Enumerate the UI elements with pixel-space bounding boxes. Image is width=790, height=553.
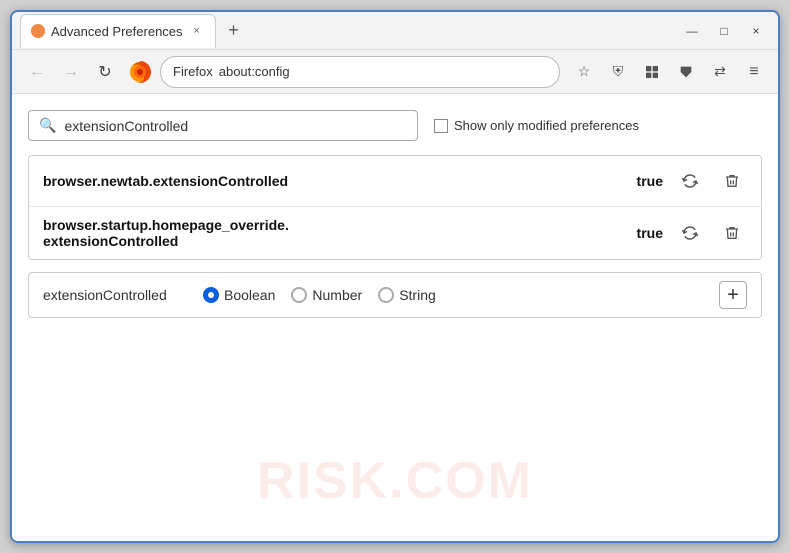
extension-icon[interactable] — [638, 58, 666, 86]
browser-window: Advanced Preferences × + — □ × ← → ↻ Fir… — [10, 10, 780, 543]
table-row: browser.newtab.extensionControlled true — [29, 156, 761, 207]
nav-icons: ☆ ⛨ ⇄ ≡ — [570, 58, 768, 86]
content-area: RISK.COM 🔍 Show only modified preference… — [12, 94, 778, 541]
browser-label: Firefox — [173, 64, 213, 79]
string-radio[interactable]: String — [378, 287, 436, 303]
new-pref-name: extensionControlled — [43, 287, 183, 303]
reset-button[interactable] — [675, 218, 705, 248]
pref-value: true — [637, 173, 663, 189]
boolean-radio[interactable]: Boolean — [203, 287, 275, 303]
maximize-button[interactable]: □ — [710, 20, 738, 42]
type-radio-group: Boolean Number String — [203, 287, 699, 303]
minimize-button[interactable]: — — [678, 20, 706, 42]
string-label: String — [399, 287, 436, 303]
active-tab[interactable]: Advanced Preferences × — [20, 14, 216, 48]
back-button[interactable]: ← — [22, 57, 52, 87]
boolean-label: Boolean — [224, 287, 275, 303]
window-controls: — □ × — [678, 20, 770, 42]
title-bar: Advanced Preferences × + — □ × — [12, 12, 778, 50]
boolean-radio-circle — [203, 287, 219, 303]
delete-button[interactable] — [717, 166, 747, 196]
forward-button[interactable]: → — [56, 57, 86, 87]
reset-button[interactable] — [675, 166, 705, 196]
refresh-button[interactable]: ↻ — [90, 57, 120, 87]
number-radio[interactable]: Number — [291, 287, 362, 303]
tab-favicon — [31, 24, 45, 38]
url-display: about:config — [219, 64, 547, 79]
show-modified-label: Show only modified preferences — [454, 118, 639, 133]
results-table: browser.newtab.extensionControlled true — [28, 155, 762, 260]
close-button[interactable]: × — [742, 20, 770, 42]
pref-value: true — [637, 225, 663, 241]
firefox-logo — [128, 60, 152, 84]
shield-icon[interactable]: ⛨ — [604, 58, 632, 86]
number-radio-circle — [291, 287, 307, 303]
tab-close-button[interactable]: × — [189, 23, 205, 39]
add-new-row: extensionControlled Boolean Number Strin… — [28, 272, 762, 318]
pocket-icon[interactable] — [672, 58, 700, 86]
bookmark-icon[interactable]: ☆ — [570, 58, 598, 86]
new-tab-button[interactable]: + — [220, 17, 248, 45]
pref-name-line2: extensionControlled — [43, 233, 178, 249]
show-modified-row: Show only modified preferences — [434, 118, 639, 133]
search-box[interactable]: 🔍 — [28, 110, 418, 141]
tab-title: Advanced Preferences — [51, 24, 183, 39]
show-modified-checkbox[interactable] — [434, 119, 448, 133]
sync-icon[interactable]: ⇄ — [706, 58, 734, 86]
table-row: browser.startup.homepage_override. exten… — [29, 207, 761, 259]
search-icon: 🔍 — [39, 117, 56, 134]
number-label: Number — [312, 287, 362, 303]
pref-name: browser.startup.homepage_override. exten… — [43, 217, 625, 249]
menu-icon[interactable]: ≡ — [740, 58, 768, 86]
delete-button[interactable] — [717, 218, 747, 248]
add-preference-button[interactable]: + — [719, 281, 747, 309]
address-bar[interactable]: Firefox about:config — [160, 56, 560, 88]
string-radio-circle — [378, 287, 394, 303]
watermark: RISK.COM — [257, 451, 533, 511]
search-row: 🔍 Show only modified preferences — [28, 110, 762, 141]
nav-bar: ← → ↻ Firefox about:config ☆ ⛨ ⇄ ≡ — [12, 50, 778, 94]
search-input[interactable] — [64, 118, 407, 134]
pref-name-line1: browser.startup.homepage_override. — [43, 217, 289, 233]
pref-name: browser.newtab.extensionControlled — [43, 173, 625, 189]
